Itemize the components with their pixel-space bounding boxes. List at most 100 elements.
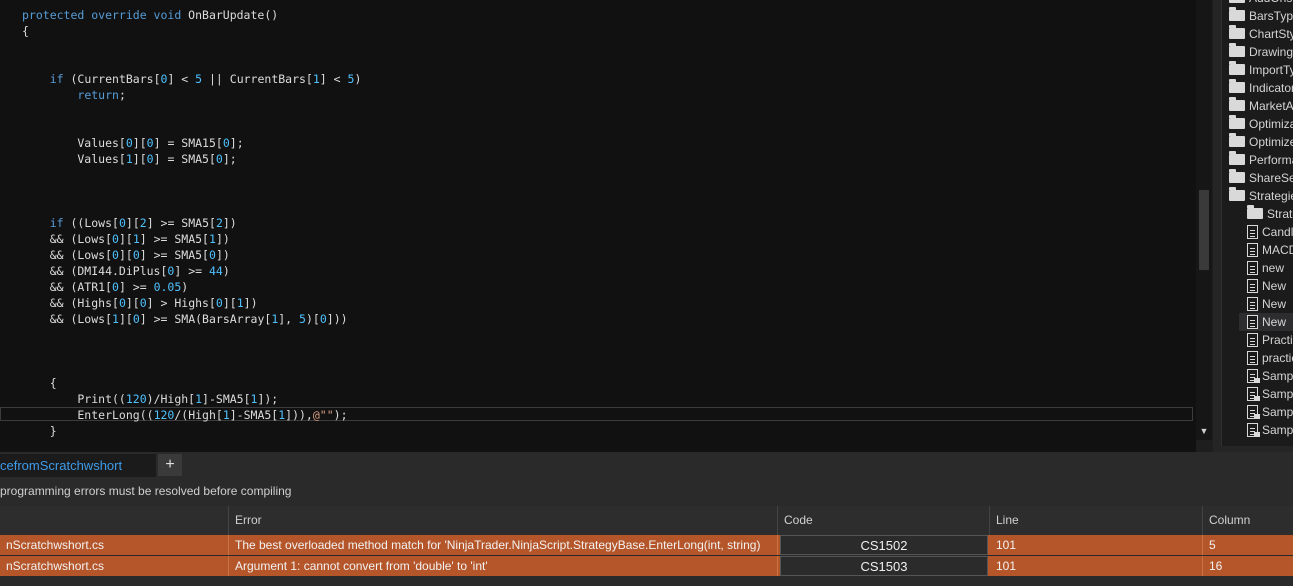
explorer-item-label: Indicators [1249, 81, 1293, 95]
code-number: 0 [132, 312, 140, 326]
explorer-folder[interactable]: BarsTypes [1222, 7, 1293, 25]
error-code: CS1503 [780, 556, 988, 576]
code-number: 1 [195, 392, 203, 406]
code-keyword: if [49, 72, 64, 86]
explorer-file[interactable]: New [1222, 295, 1293, 313]
editor-vertical-scrollbar[interactable] [1196, 0, 1212, 440]
code-number: 0 [132, 248, 140, 262]
error-message: The best overloaded method match for 'Ni… [229, 535, 778, 555]
explorer-item-label: Strategy [1267, 207, 1293, 221]
explorer-folder[interactable]: DrawingTools [1222, 43, 1293, 61]
code-text: ) [222, 264, 230, 278]
explorer-file[interactable]: Sample [1222, 385, 1293, 403]
explorer-folder[interactable]: ChartStyles [1222, 25, 1293, 43]
file-icon [1247, 296, 1258, 311]
explorer-folder[interactable]: ShareServices [1222, 169, 1293, 187]
folder-open-icon [1229, 187, 1245, 202]
folder-icon [1247, 205, 1263, 220]
code-number: 0 [222, 136, 230, 150]
error-column: 16 [1209, 559, 1223, 573]
code-number: 1 [132, 232, 140, 246]
error-file: nScratchwshort.cs [0, 535, 229, 555]
code-text: ] < [167, 72, 196, 86]
error-row[interactable]: nScratchwshort.cs The best overloaded me… [0, 535, 1293, 555]
tab-active-file[interactable]: cefromScratchwshort [0, 454, 156, 477]
code-editor[interactable]: protected override void OnBarUpdate(){ i… [0, 0, 1196, 452]
code-text: { [22, 376, 57, 390]
ninjascript-explorer: AddOns BarsTypes ChartStyles DrawingTools Im… [1213, 0, 1293, 452]
code-number: 44 [208, 264, 223, 278]
code-text: ][ [132, 152, 147, 166]
explorer-folder[interactable]: Strategies [1222, 187, 1293, 205]
explorer-file[interactable]: New [1239, 313, 1293, 331]
code-text: /(High[ [174, 408, 223, 422]
header-code[interactable]: Code [778, 506, 990, 535]
code-number: 0 [112, 232, 119, 246]
explorer-folder[interactable]: OptimizationFitnesses [1222, 115, 1293, 133]
code-text: ][ [222, 296, 237, 310]
explorer-folder[interactable]: PerformanceMetrics [1222, 151, 1293, 169]
explorer-item-label: OptimizationFitnesses [1249, 117, 1293, 131]
explorer-file[interactable]: Candle [1222, 223, 1293, 241]
code-number: 0 [118, 296, 126, 310]
explorer-item-label: Sample [1262, 405, 1293, 419]
error-row[interactable]: nScratchwshort.cs Argument 1: cannot con… [0, 556, 1293, 576]
code-text: && (ATR1[ [22, 280, 113, 294]
status-message: programming errors must be resolved befo… [0, 484, 292, 498]
code-keyword: protected override void [22, 8, 189, 22]
tab-strip: cefromScratchwshort + [0, 452, 1293, 478]
code-text: Values[ [22, 152, 126, 166]
code-text: && (Highs[ [22, 296, 119, 310]
scrollbar-thumb[interactable] [1199, 190, 1209, 270]
explorer-file[interactable]: Sample [1222, 421, 1293, 439]
code-text: ); [333, 408, 348, 422]
code-line: && (Lows[1][0] >= SMA(BarsArray[1], 5)[0… [22, 311, 348, 327]
error-line: 101 [990, 535, 1203, 555]
folder-icon [1229, 115, 1245, 130]
explorer-item-label: ShareServices [1249, 171, 1293, 185]
file-icon [1247, 260, 1258, 275]
explorer-file[interactable]: Practice [1222, 331, 1293, 349]
explorer-file[interactable]: Sample [1222, 403, 1293, 421]
folder-icon [1229, 0, 1245, 4]
explorer-file[interactable]: MACD [1222, 241, 1293, 259]
explorer-folder[interactable]: Strategy [1222, 205, 1293, 223]
explorer-file[interactable]: Sample [1222, 367, 1293, 385]
explorer-folder[interactable]: Optimizers [1222, 133, 1293, 151]
code-text: ]); [257, 392, 279, 406]
code-line: { [22, 375, 57, 391]
code-number: 0 [215, 152, 223, 166]
code-line: if (CurrentBars[0] < 5 || CurrentBars[1]… [22, 71, 362, 87]
code-text: { [22, 24, 29, 38]
header-column[interactable]: Column [1203, 506, 1293, 535]
explorer-item-label: BarsTypes [1249, 9, 1293, 23]
explorer-item-label: practice [1262, 351, 1293, 365]
add-tab-button[interactable]: + [158, 454, 182, 476]
header-file[interactable] [0, 506, 229, 535]
folder-icon [1229, 61, 1245, 76]
header-line[interactable]: Line [990, 506, 1203, 535]
folder-icon [1229, 169, 1245, 184]
explorer-folder[interactable]: ImportTypes [1222, 61, 1293, 79]
explorer-file[interactable]: new [1222, 259, 1293, 277]
error-code: CS1502 [780, 535, 988, 555]
code-number: 0 [209, 248, 216, 262]
code-text: && (Lows[ [22, 312, 113, 326]
explorer-folder[interactable]: AddOns [1222, 0, 1293, 7]
scroll-down-arrow-icon[interactable]: ▼ [1196, 424, 1212, 438]
code-line: return; [22, 87, 125, 103]
code-text: ]-SMA5[ [202, 392, 251, 406]
explorer-file[interactable]: New [1222, 277, 1293, 295]
code-text: ]; [222, 152, 237, 166]
explorer-folder[interactable]: MarketAnalyzerColumns [1222, 97, 1293, 115]
explorer-folder[interactable]: Indicators [1222, 79, 1293, 97]
code-line: } [22, 423, 57, 439]
code-number: 0 [146, 152, 154, 166]
header-error[interactable]: Error [229, 506, 778, 535]
code-line: if ((Lows[0][2] >= SMA5[2]) [22, 215, 237, 231]
code-text: ] >= SMA(BarsArray[ [139, 312, 272, 326]
code-line: { [22, 23, 29, 39]
explorer-item-label: MACD [1262, 243, 1293, 257]
explorer-file[interactable]: practice [1222, 349, 1293, 367]
